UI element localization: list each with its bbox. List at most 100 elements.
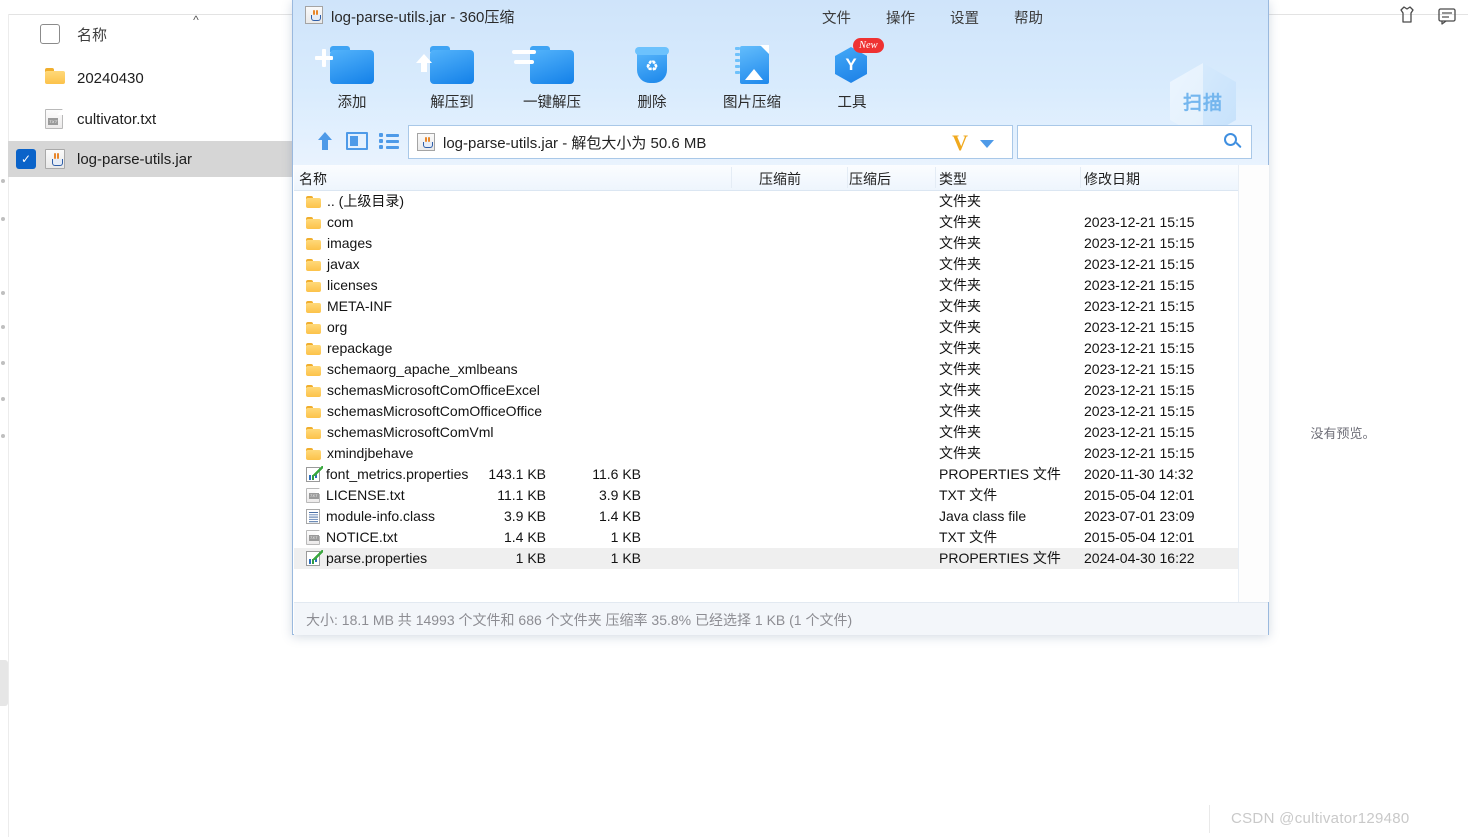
skin-icon[interactable] xyxy=(1394,2,1420,28)
image-zip-icon xyxy=(702,37,802,93)
arrow-up-icon[interactable] xyxy=(311,128,339,154)
title-bar-tools xyxy=(1394,2,1460,28)
list-item-selected[interactable]: ✓ log-parse-utils.jar xyxy=(8,141,330,177)
table-row[interactable]: repackage 文件夹 2023-12-21 15:15 xyxy=(294,338,1238,359)
cell-name: .. (上级目录) xyxy=(306,191,404,212)
table-row[interactable]: org 文件夹 2023-12-21 15:15 xyxy=(294,317,1238,338)
cell-size-after: 1.4 KB xyxy=(598,508,641,524)
extract-to-button[interactable]: 解压到 xyxy=(402,37,502,112)
table-row[interactable]: schemasMicrosoftComVml 文件夹 2023-12-21 15:1… xyxy=(294,422,1238,443)
txt-file-icon xyxy=(45,109,67,129)
folder-arrow-up-icon xyxy=(402,37,502,93)
cell-type: 文件夹 xyxy=(939,361,981,377)
cell-type: 文件夹 xyxy=(939,256,981,272)
cell-size-before: 11.1 KB xyxy=(497,487,546,503)
table-row[interactable]: LICENSE.txt 11.1 KB 3.9 KB TXT 文件 2015-05-04… xyxy=(294,485,1238,506)
cell-modified: 2023-07-01 23:09 xyxy=(1084,508,1195,524)
folder-icon xyxy=(306,384,321,397)
list-view-icon[interactable] xyxy=(375,128,403,154)
menu-help[interactable]: 帮助 xyxy=(1010,4,1047,31)
feedback-icon[interactable] xyxy=(1434,2,1460,28)
cell-name: com xyxy=(306,212,353,233)
add-button[interactable]: 添加 xyxy=(302,37,402,112)
menu-file[interactable]: 文件 xyxy=(818,4,855,31)
cell-name: schemasMicrosoftComOfficeExcel xyxy=(306,380,540,401)
one-click-extract-button[interactable]: 一键解压 xyxy=(502,37,602,112)
delete-button-label: 删除 xyxy=(637,95,667,111)
list-item[interactable]: 20240430 xyxy=(8,60,330,96)
tools-button-label: 工具 xyxy=(837,95,867,111)
cell-type: Java class file xyxy=(939,508,1027,524)
table-row[interactable]: schemasMicrosoftComOfficeExcel 文件夹 2023-12… xyxy=(294,380,1238,401)
delete-button[interactable]: ♻ 删除 xyxy=(602,37,702,112)
table-row[interactable]: NOTICE.txt 1.4 KB 1 KB TXT 文件 2015-05-04 12:… xyxy=(294,527,1238,548)
list-item-label: cultivator.txt xyxy=(77,110,157,128)
search-input[interactable] xyxy=(1026,126,1220,160)
column-header-type[interactable]: 类型 xyxy=(939,169,967,189)
cell-type: 文件夹 xyxy=(939,214,981,230)
vip-logo-icon[interactable]: V xyxy=(952,130,968,156)
cell-size-before: 3.9 KB xyxy=(503,508,546,524)
image-compress-button[interactable]: 图片压缩 xyxy=(702,37,802,112)
menu-settings[interactable]: 设置 xyxy=(946,4,983,31)
select-all-checkbox[interactable] xyxy=(40,24,60,44)
table-row[interactable]: font_metrics.properties 143.1 KB 11.6 KB PR… xyxy=(294,464,1238,485)
folder-plus-icon xyxy=(302,37,402,93)
table-row[interactable]: com 文件夹 2023-12-21 15:15 xyxy=(294,212,1238,233)
explorer-column-name[interactable]: 名称 xyxy=(77,24,107,45)
title-bar[interactable]: log-parse-utils.jar - 360压缩 文件 操作 设置 帮助 xyxy=(293,0,1456,31)
folder-icon xyxy=(306,237,321,250)
menu-bar: 文件 操作 设置 帮助 xyxy=(818,4,1047,31)
add-button-label: 添加 xyxy=(337,95,367,111)
table-row[interactable]: schemaorg_apache_xmlbeans 文件夹 2023-12-21 1… xyxy=(294,359,1238,380)
cell-type: 文件夹 xyxy=(939,382,981,398)
cell-type: 文件夹 xyxy=(939,277,981,293)
table-row[interactable]: licenses 文件夹 2023-12-21 15:15 xyxy=(294,275,1238,296)
list-item-label: 20240430 xyxy=(77,69,144,87)
address-path-text: log-parse-utils.jar - 解包大小为 50.6 MB xyxy=(443,134,707,152)
cell-name: font_metrics.properties xyxy=(306,464,468,485)
cell-type: TXT 文件 xyxy=(939,529,998,545)
cell-name: module-info.class xyxy=(306,506,435,527)
column-header-modified[interactable]: 修改日期 xyxy=(1084,169,1140,189)
file-name-label: licenses xyxy=(327,277,378,293)
chevron-down-icon[interactable] xyxy=(980,140,994,148)
table-row[interactable]: xmindjbehave 文件夹 2023-12-21 15:15 xyxy=(294,443,1238,464)
preview-panel-icon[interactable] xyxy=(343,128,371,154)
cell-name: licenses xyxy=(306,275,378,296)
table-row[interactable]: images 文件夹 2023-12-21 15:15 xyxy=(294,233,1238,254)
column-header-size-before[interactable]: 压缩前 xyxy=(759,169,801,189)
list-item[interactable]: cultivator.txt xyxy=(8,101,330,137)
file-list-area: 名称 压缩前 压缩后 类型 修改日期 .. (上级目录) 文件夹 com 文件夹 202… xyxy=(294,165,1269,602)
search-icon[interactable] xyxy=(1224,133,1242,151)
file-name-label: schemasMicrosoftComOfficeExcel xyxy=(327,382,540,398)
table-row[interactable]: .. (上级目录) 文件夹 xyxy=(294,191,1238,212)
table-row[interactable]: schemasMicrosoftComOfficeOffice 文件夹 2023-1… xyxy=(294,401,1238,422)
cell-type: 文件夹 xyxy=(939,403,981,419)
column-header-name[interactable]: 名称 xyxy=(299,169,327,189)
tools-button[interactable]: Y New 工具 xyxy=(802,37,902,112)
table-row[interactable]: javax 文件夹 2023-12-21 15:15 xyxy=(294,254,1238,275)
table-row[interactable]: module-info.class 3.9 KB 1.4 KB Java class … xyxy=(294,506,1238,527)
file-name-label: repackage xyxy=(327,340,393,356)
row-checkbox-checked[interactable]: ✓ xyxy=(16,149,36,169)
menu-action[interactable]: 操作 xyxy=(882,4,919,31)
txt-file-icon xyxy=(306,530,320,545)
address-field[interactable]: log-parse-utils.jar - 解包大小为 50.6 MB V xyxy=(408,125,1013,159)
cell-size-before: 1.4 KB xyxy=(503,529,546,545)
search-field[interactable] xyxy=(1017,125,1252,160)
cell-type: 文件夹 xyxy=(939,445,981,461)
extract-to-button-label: 解压到 xyxy=(430,95,474,111)
table-row-selected[interactable]: parse.properties 1 KB 1 KB PROPERTIES 文件 202… xyxy=(294,548,1238,569)
folder-icon xyxy=(306,426,321,439)
cell-size-after: 11.6 KB xyxy=(592,466,641,482)
file-name-label: META-INF xyxy=(327,298,393,314)
cell-type: 文件夹 xyxy=(939,424,981,440)
cell-modified: 2023-12-21 15:15 xyxy=(1084,403,1195,419)
recycle-bin-icon: ♻ xyxy=(602,37,702,93)
side-pane xyxy=(1238,165,1269,602)
one-click-extract-button-label: 一键解压 xyxy=(523,95,581,111)
table-row[interactable]: META-INF 文件夹 2023-12-21 15:15 xyxy=(294,296,1238,317)
column-header-size-after[interactable]: 压缩后 xyxy=(849,169,891,189)
scrollbar-nub[interactable] xyxy=(0,660,8,706)
